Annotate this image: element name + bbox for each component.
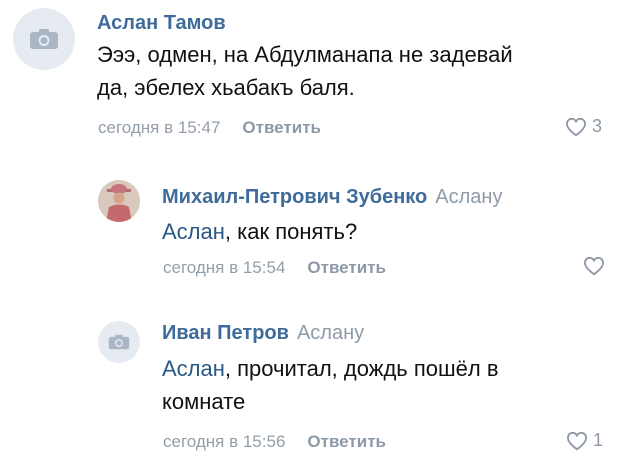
comment-time[interactable]: сегодня в 15:47 bbox=[98, 118, 220, 137]
mention-link[interactable]: Аслан bbox=[162, 219, 225, 244]
like-button[interactable]: 1 bbox=[566, 430, 603, 451]
camera-placeholder-icon bbox=[30, 29, 58, 49]
avatar[interactable] bbox=[98, 321, 140, 363]
comment-author[interactable]: Михаил-Петрович Зубенко Аслану bbox=[162, 186, 502, 209]
avatar[interactable] bbox=[98, 180, 140, 222]
comment-author[interactable]: Иван Петров Аслану bbox=[162, 322, 364, 345]
heart-icon bbox=[566, 431, 588, 450]
comment-1: Аслан Тамов Эээ, одмен, на Абдулманапа н… bbox=[0, 0, 620, 160]
comment-meta: сегодня в 15:56 Ответить bbox=[163, 432, 386, 452]
author-name[interactable]: Иван Петров bbox=[162, 322, 289, 344]
comment-time[interactable]: сегодня в 15:54 bbox=[163, 258, 285, 277]
comment-text: Аслан, как понять? bbox=[162, 215, 582, 248]
reply-button[interactable]: Ответить bbox=[307, 432, 386, 451]
comment-author[interactable]: Аслан Тамов bbox=[97, 12, 226, 35]
comment-text: Аслан, прочитал, дождь пошёл в комнате bbox=[162, 352, 522, 418]
mention-link[interactable]: Аслан bbox=[162, 356, 225, 381]
like-count: 3 bbox=[592, 116, 603, 136]
comment-meta: сегодня в 15:54 Ответить bbox=[163, 258, 386, 278]
like-button[interactable]: 3 bbox=[565, 116, 602, 137]
like-button[interactable] bbox=[583, 256, 610, 276]
heart-icon bbox=[583, 256, 605, 276]
camera-placeholder-icon bbox=[108, 334, 130, 350]
heart-icon bbox=[565, 117, 587, 136]
comment-2: Михаил-Петрович Зубенко Аслану Аслан, как… bbox=[0, 160, 620, 305]
comment-text: Эээ, одмен, на Абдулманапа не задевай да… bbox=[97, 42, 513, 100]
avatar[interactable] bbox=[13, 8, 75, 70]
comment-3: Иван Петров Аслану Аслан, прочитал, дождь… bbox=[0, 305, 620, 468]
reply-button[interactable]: Ответить bbox=[242, 118, 321, 137]
author-name[interactable]: Михаил-Петрович Зубенко bbox=[162, 186, 427, 208]
user-photo-icon bbox=[98, 180, 140, 222]
comment-time[interactable]: сегодня в 15:56 bbox=[163, 432, 285, 451]
like-count: 1 bbox=[593, 430, 604, 450]
reply-to[interactable]: Аслану bbox=[435, 186, 502, 208]
reply-button[interactable]: Ответить bbox=[307, 258, 386, 277]
reply-to[interactable]: Аслану bbox=[297, 322, 364, 344]
comment-body: , как понять? bbox=[224, 219, 358, 244]
comment-meta: сегодня в 15:47 Ответить bbox=[98, 118, 321, 138]
